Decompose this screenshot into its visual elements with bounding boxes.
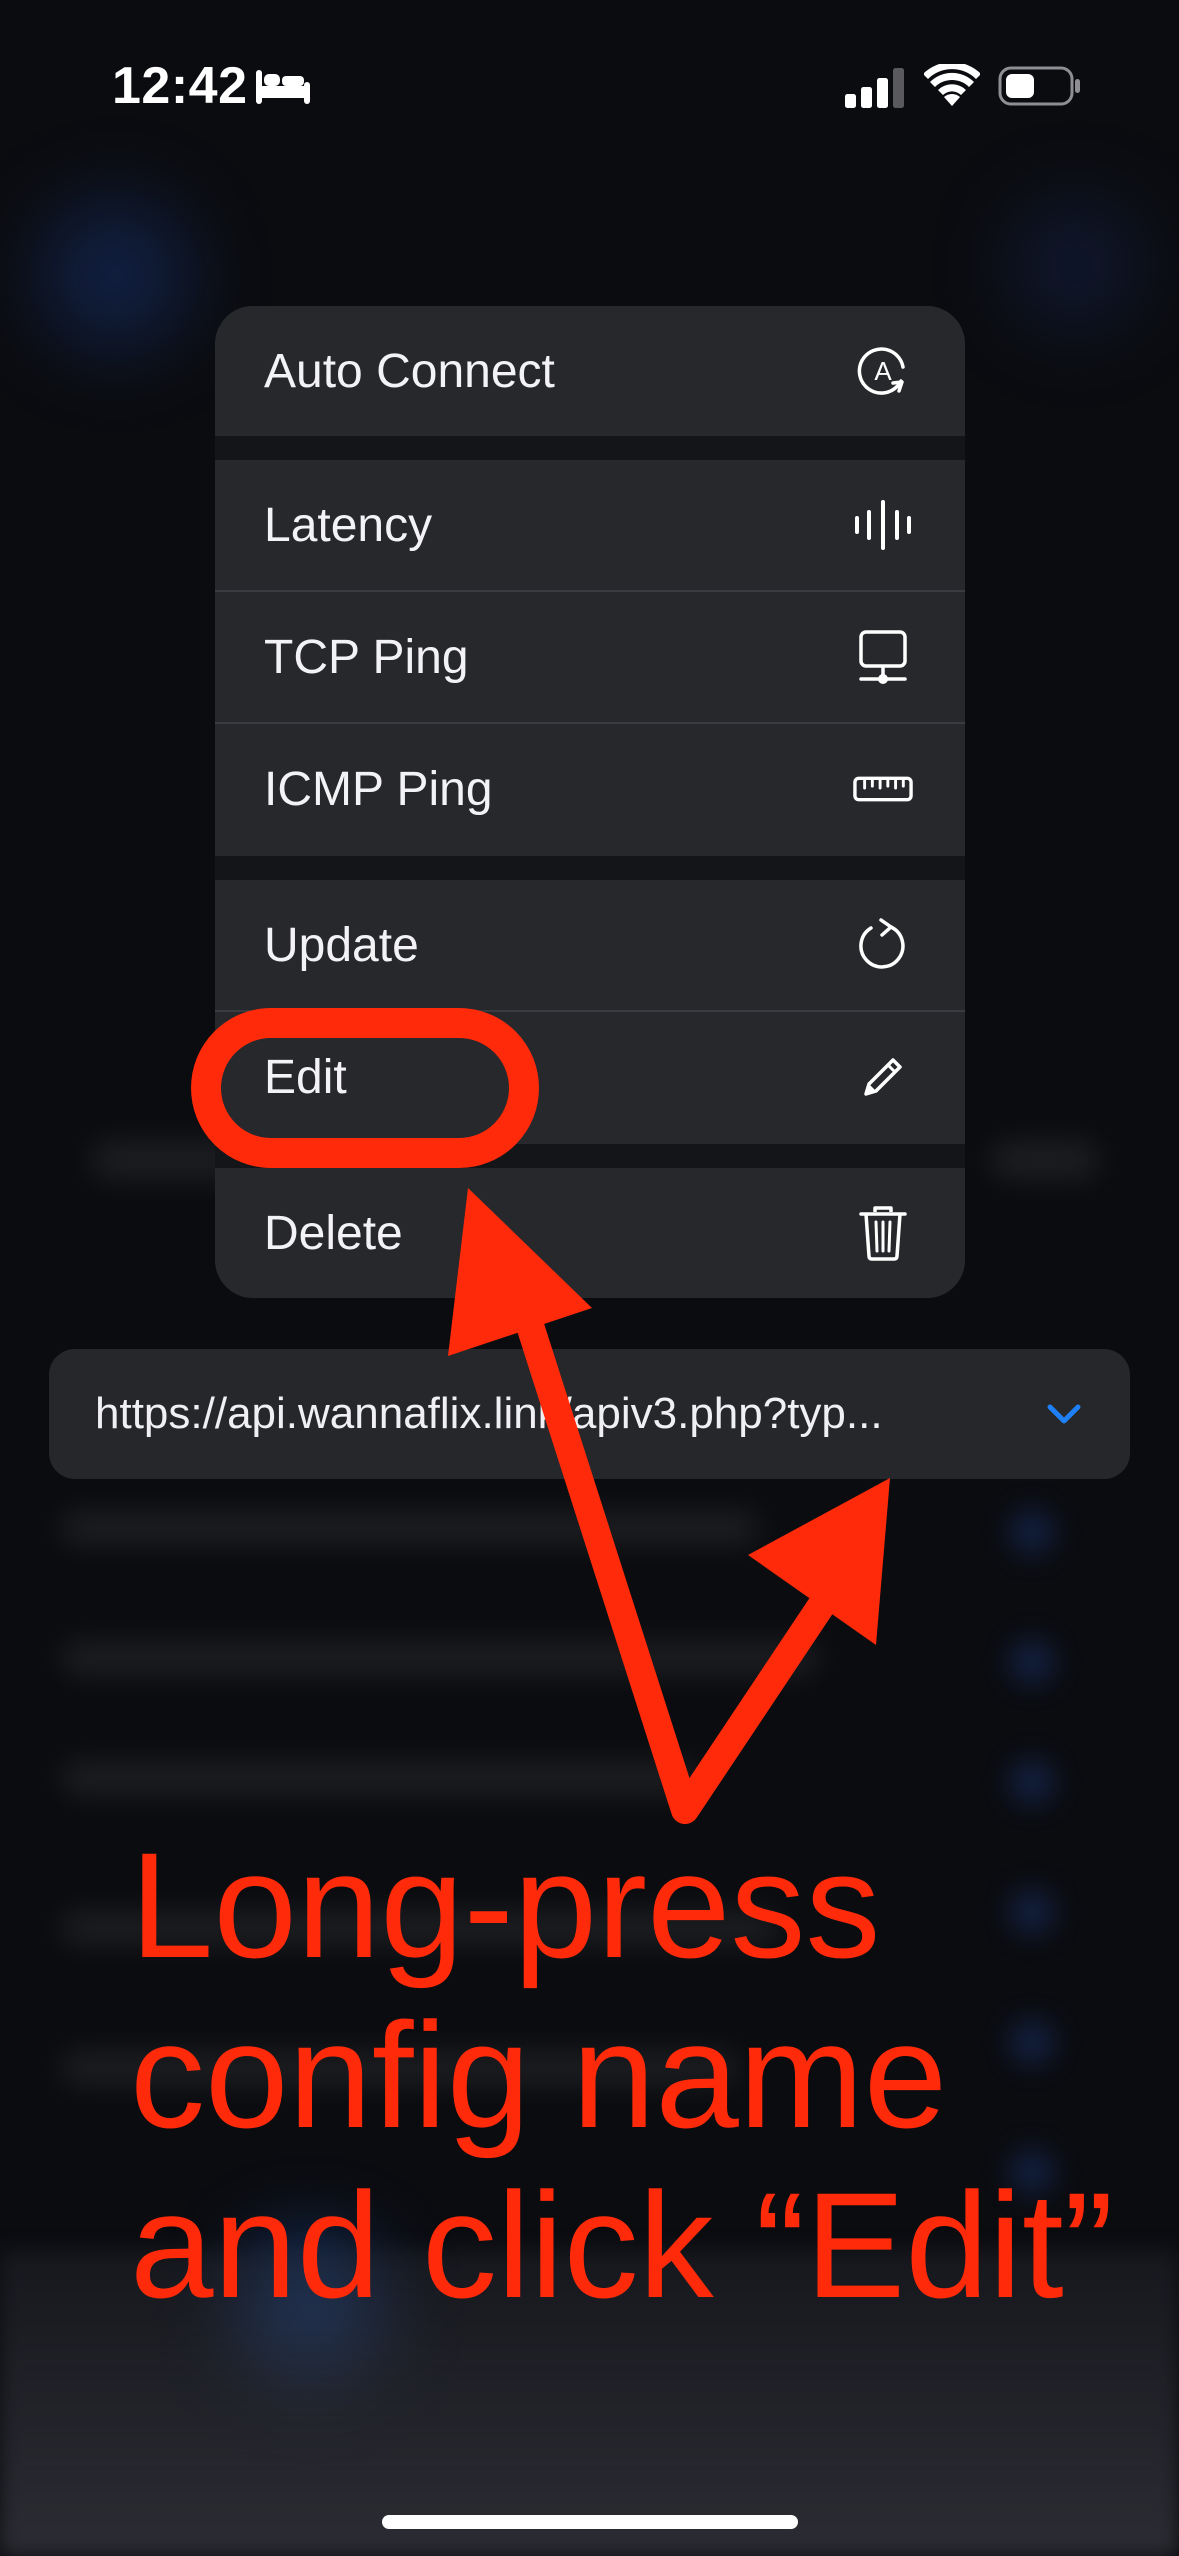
- menu-item-latency[interactable]: Latency: [215, 460, 965, 590]
- instruction-caption: Long-press config name and click “Edit”: [130, 1820, 1170, 2330]
- instruction-line: config name: [130, 1991, 948, 2159]
- menu-item-label: ICMP Ping: [264, 762, 493, 816]
- bed-icon: [256, 70, 310, 104]
- menu-item-edit[interactable]: Edit: [215, 1012, 965, 1142]
- menu-item-label: Update: [264, 918, 419, 972]
- waveform-icon: [853, 495, 913, 555]
- auto-connect-icon: A: [853, 341, 913, 401]
- trash-icon: [853, 1203, 913, 1263]
- menu-item-delete[interactable]: Delete: [215, 1168, 965, 1298]
- menu-item-label: TCP Ping: [264, 630, 469, 684]
- menu-item-auto-connect[interactable]: Auto Connect A: [215, 306, 965, 436]
- refresh-icon: [853, 915, 913, 975]
- network-icon: [853, 627, 913, 687]
- ruler-icon: [853, 759, 913, 819]
- config-name-row[interactable]: https://api.wannaflix.link/apiv3.php?typ…: [49, 1349, 1130, 1479]
- instruction-line: and click “Edit”: [130, 2161, 1114, 2329]
- svg-text:A: A: [874, 356, 892, 386]
- menu-item-label: Edit: [264, 1050, 347, 1104]
- menu-item-update[interactable]: Update: [215, 880, 965, 1010]
- chevron-down-icon[interactable]: [1044, 1394, 1084, 1434]
- menu-item-icmp-ping[interactable]: ICMP Ping: [215, 724, 965, 854]
- menu-item-label: Auto Connect: [264, 344, 555, 398]
- cellular-signal-icon: [845, 68, 904, 108]
- config-url-text: https://api.wannaflix.link/apiv3.php?typ…: [95, 1389, 883, 1438]
- pencil-icon: [853, 1047, 913, 1107]
- instruction-line: Long-press: [130, 1821, 881, 1989]
- menu-item-label: Latency: [264, 498, 433, 552]
- menu-item-label: Delete: [264, 1206, 403, 1260]
- home-indicator[interactable]: [382, 2515, 798, 2529]
- wifi-icon: [924, 64, 980, 106]
- status-time: 12:42: [112, 57, 248, 115]
- menu-item-tcp-ping[interactable]: TCP Ping: [215, 592, 965, 722]
- battery-icon: [998, 66, 1080, 106]
- context-menu: Auto Connect A Latency TCP Ping ICMP Pin…: [215, 306, 965, 1298]
- status-bar: 12:42: [0, 0, 1179, 150]
